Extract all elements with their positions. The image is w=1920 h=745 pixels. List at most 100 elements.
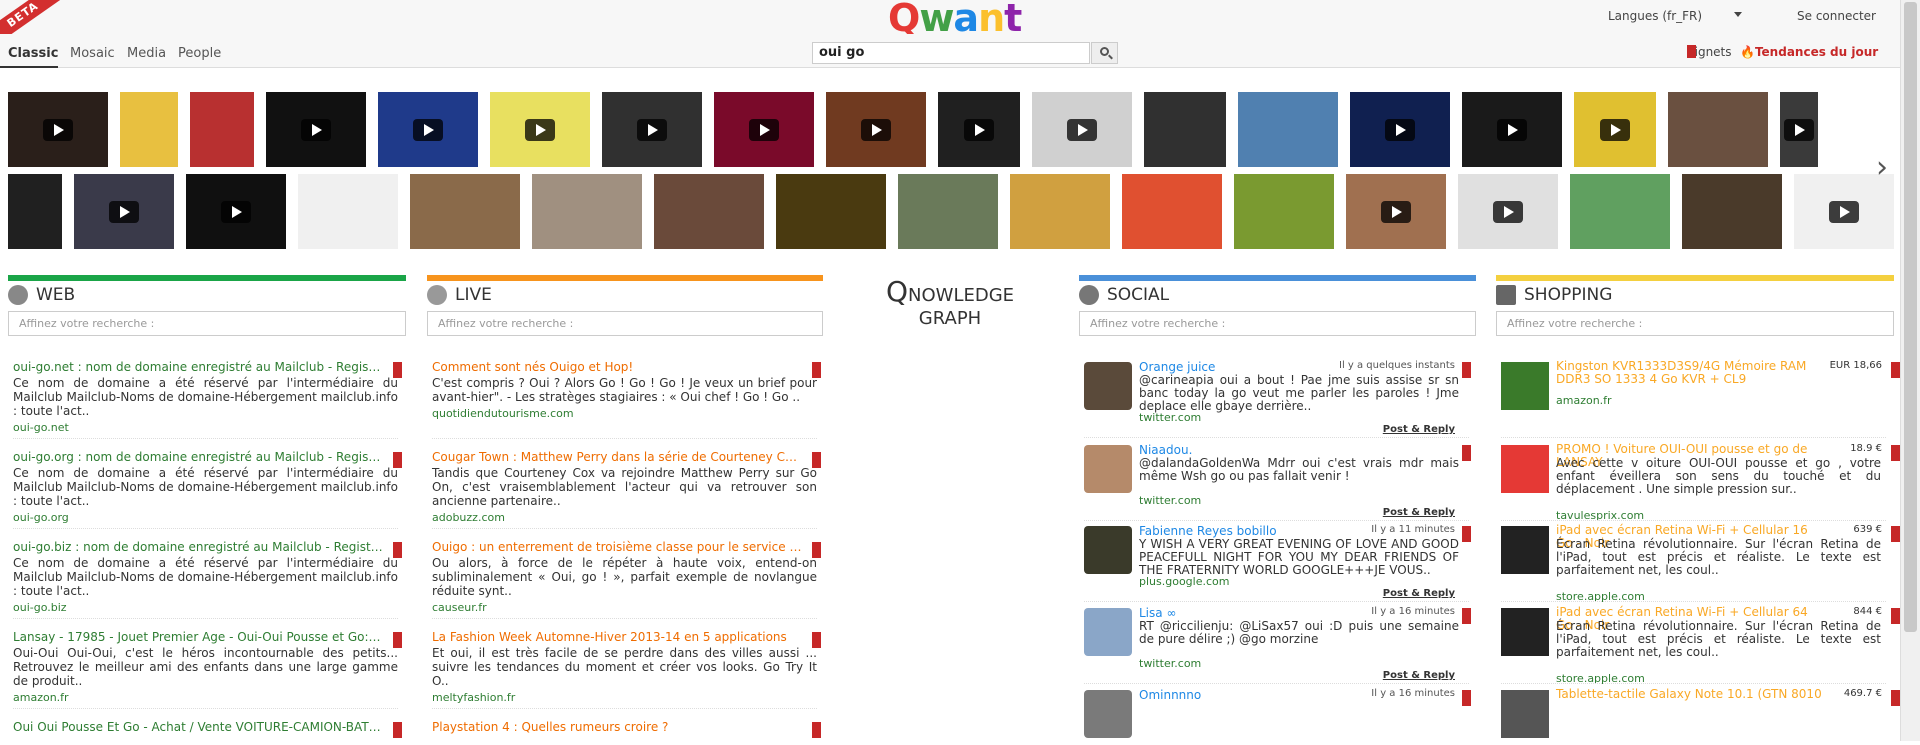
result-item[interactable]: Playstation 4 : Quelles rumeurs croire ? (432, 720, 821, 738)
bookmark-icon[interactable] (1891, 690, 1900, 706)
video-thumbnail[interactable] (378, 92, 478, 167)
result-title[interactable]: Oui Oui Pousse Et Go - Achat / Vente VOI… (13, 720, 383, 734)
social-author[interactable]: Niaadou. (1139, 443, 1192, 457)
search-button[interactable] (1091, 42, 1118, 64)
result-item[interactable]: oui-go.org : nom de domaine enregistré a… (13, 450, 402, 524)
bookmark-icon[interactable] (393, 632, 402, 648)
bookmark-icon[interactable] (812, 542, 821, 558)
video-thumbnail[interactable] (602, 92, 702, 167)
result-item[interactable]: Ouigo : un enterrement de troisième clas… (432, 540, 821, 614)
result-url[interactable]: adobuzz.com (432, 511, 817, 524)
image-thumbnail[interactable] (410, 174, 520, 249)
trends-link[interactable]: 🔥Tendances du jour (1740, 45, 1878, 59)
bookmark-icon[interactable] (393, 362, 402, 378)
image-thumbnail[interactable] (1122, 174, 1222, 249)
result-item[interactable]: La Fashion Week Automne-Hiver 2013-14 en… (432, 630, 821, 704)
result-title[interactable]: Lansay - 17985 - Jouet Premier Age - Oui… (13, 630, 383, 644)
result-item[interactable]: Cougar Town : Matthew Perry dans la séri… (432, 450, 821, 524)
social-source[interactable]: plus.google.com (1139, 575, 1229, 588)
bookmark-icon[interactable] (1462, 526, 1471, 542)
avatar[interactable] (1084, 690, 1132, 738)
scrollbar-thumb[interactable] (1904, 2, 1917, 632)
social-filter-input[interactable]: Affinez votre recherche : (1079, 311, 1476, 336)
image-thumbnail[interactable] (1570, 174, 1670, 249)
avatar[interactable] (1084, 608, 1132, 656)
image-thumbnail[interactable] (298, 174, 398, 249)
product-source[interactable]: amazon.fr (1556, 394, 1612, 407)
image-thumbnail[interactable] (1458, 174, 1558, 249)
image-thumbnail[interactable] (1682, 174, 1782, 249)
result-url[interactable]: oui-go.biz (13, 601, 398, 614)
image-thumbnail[interactable] (1010, 174, 1110, 249)
bookmark-icon[interactable] (812, 632, 821, 648)
post-reply-link[interactable]: Post & Reply (1383, 424, 1455, 435)
social-author[interactable]: Ominnnno (1139, 688, 1201, 702)
result-url[interactable]: oui-go.net (13, 421, 398, 434)
result-url[interactable]: causeur.fr (432, 601, 817, 614)
bookmark-icon[interactable] (393, 722, 402, 738)
social-author[interactable]: Fabienne Reyes bobillo (1139, 524, 1277, 538)
video-thumbnail[interactable] (714, 92, 814, 167)
bookmarks-link[interactable]: Signets (1673, 45, 1732, 59)
result-title[interactable]: oui-go.org : nom de domaine enregistré a… (13, 450, 383, 464)
result-item[interactable]: Oui Oui Pousse Et Go - Achat / Vente VOI… (13, 720, 402, 738)
result-item[interactable]: Lansay - 17985 - Jouet Premier Age - Oui… (13, 630, 402, 704)
web-filter-input[interactable]: Affinez votre recherche : (8, 311, 406, 336)
video-thumbnail[interactable] (1238, 92, 1338, 167)
bookmark-icon[interactable] (393, 452, 402, 468)
social-author[interactable]: Lisa ∞ (1139, 606, 1176, 620)
avatar[interactable] (1084, 445, 1132, 493)
video-thumbnail[interactable] (120, 92, 178, 167)
tab-classic[interactable]: Classic (8, 46, 58, 61)
result-title[interactable]: Playstation 4 : Quelles rumeurs croire ? (432, 720, 802, 734)
login-link[interactable]: Se connecter (1797, 9, 1876, 23)
avatar[interactable] (1084, 362, 1132, 410)
product-image[interactable] (1501, 445, 1549, 493)
bookmark-icon[interactable] (1462, 362, 1471, 378)
result-item[interactable]: oui-go.net : nom de domaine enregistré a… (13, 360, 402, 434)
result-item[interactable]: oui-go.biz : nom de domaine enregistré a… (13, 540, 402, 614)
tab-media[interactable]: Media (127, 46, 166, 61)
result-title[interactable]: Cougar Town : Matthew Perry dans la séri… (432, 450, 802, 464)
result-item[interactable]: Comment sont nés Ouigo et Hop! C'est comp… (432, 360, 821, 420)
video-thumbnail[interactable] (938, 92, 1020, 167)
image-thumbnail[interactable] (8, 174, 62, 249)
video-thumbnail[interactable] (1144, 92, 1226, 167)
video-thumbnail[interactable] (266, 92, 366, 167)
result-title[interactable]: La Fashion Week Automne-Hiver 2013-14 en… (432, 630, 802, 644)
video-thumbnail[interactable] (1032, 92, 1132, 167)
shopping-filter-input[interactable]: Affinez votre recherche : (1496, 311, 1894, 336)
bookmark-icon[interactable] (1891, 526, 1900, 542)
qnowledge-graph-title[interactable]: QNOWLEDGE GRAPH (885, 275, 1015, 329)
video-thumbnail[interactable] (8, 92, 108, 167)
bookmark-icon[interactable] (812, 722, 821, 738)
search-input[interactable]: oui go (812, 42, 1090, 64)
result-title[interactable]: Comment sont nés Ouigo et Hop! (432, 360, 802, 374)
result-title[interactable]: oui-go.biz : nom de domaine enregistré a… (13, 540, 383, 554)
result-url[interactable]: meltyfashion.fr (432, 691, 817, 704)
product-image[interactable] (1501, 526, 1549, 574)
bookmark-icon[interactable] (1462, 690, 1471, 706)
post-reply-link[interactable]: Post & Reply (1383, 507, 1455, 518)
carousel-next-icon[interactable]: › (1876, 150, 1888, 185)
post-reply-link[interactable]: Post & Reply (1383, 670, 1455, 681)
image-thumbnail[interactable] (898, 174, 998, 249)
bookmark-icon[interactable] (393, 542, 402, 558)
result-url[interactable]: quotidiendutourisme.com (432, 407, 817, 420)
image-thumbnail[interactable] (1794, 174, 1894, 249)
social-author[interactable]: Orange juice (1139, 360, 1215, 374)
image-thumbnail[interactable] (74, 174, 174, 249)
video-thumbnail[interactable] (190, 92, 254, 167)
image-thumbnail[interactable] (186, 174, 286, 249)
image-thumbnail[interactable] (532, 174, 642, 249)
bookmark-icon[interactable] (1891, 362, 1900, 378)
bookmark-icon[interactable] (1891, 445, 1900, 461)
result-url[interactable]: oui-go.org (13, 511, 398, 524)
product-image[interactable] (1501, 608, 1549, 656)
image-thumbnail[interactable] (776, 174, 886, 249)
result-title[interactable]: Ouigo : un enterrement de troisième clas… (432, 540, 802, 554)
video-thumbnail[interactable] (490, 92, 590, 167)
image-thumbnail[interactable] (654, 174, 764, 249)
product-title[interactable]: Kingston KVR1333D3S9/4G Mémoire RAM DDR3… (1556, 360, 1826, 386)
bookmark-icon[interactable] (1891, 608, 1900, 624)
